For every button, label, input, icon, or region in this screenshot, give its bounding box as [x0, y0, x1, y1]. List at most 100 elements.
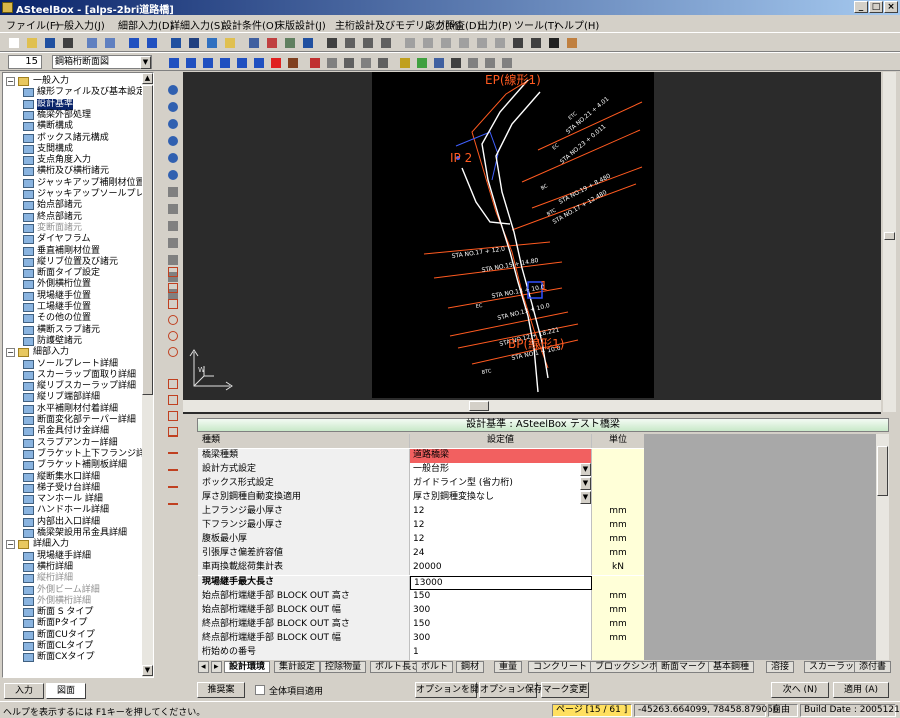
row-value[interactable]: 12 [410, 505, 592, 520]
menu-8[interactable]: 出力(P) [478, 17, 512, 32]
grid-icon[interactable] [282, 35, 296, 49]
dim5-icon[interactable] [474, 35, 488, 49]
row-value[interactable]: 1 [410, 645, 592, 660]
row-value[interactable]: 300 [410, 603, 592, 618]
save-icon[interactable] [42, 35, 56, 49]
new-file-icon[interactable] [6, 35, 20, 49]
scroll-down-icon[interactable]: ▼ [142, 665, 153, 676]
window-icon[interactable] [300, 35, 314, 49]
tab-9[interactable]: 断面マーク [656, 661, 712, 673]
row-value[interactable]: 13000 [410, 575, 592, 590]
ortho-icon[interactable] [165, 235, 181, 251]
chevron-down-icon[interactable]: ▼ [140, 56, 151, 69]
snap-icon[interactable] [165, 218, 181, 234]
dim4-icon[interactable] [456, 35, 470, 49]
help-icon[interactable] [168, 35, 182, 49]
function-icon[interactable] [448, 55, 462, 69]
drawing-icon[interactable] [307, 55, 321, 69]
line3-icon[interactable] [165, 479, 181, 495]
tab-scroll-left-icon[interactable]: ◂ [198, 661, 209, 673]
tab-5[interactable]: 鋼材 [456, 661, 485, 673]
option-save-button[interactable]: オプション保存 [479, 682, 543, 698]
cross-icon[interactable] [165, 296, 181, 312]
dim2-icon[interactable] [420, 35, 434, 49]
print-icon[interactable] [60, 35, 74, 49]
grid-scroll-thumb[interactable] [877, 446, 888, 496]
zoom-out-icon[interactable] [165, 99, 181, 115]
forward-icon[interactable] [144, 35, 158, 49]
circle-icon[interactable] [165, 312, 181, 328]
grid-toggle-icon[interactable] [165, 184, 181, 200]
last-icon[interactable] [251, 55, 265, 69]
option-open-button[interactable]: オプションを開く [415, 682, 488, 698]
viewer-v-thumb[interactable] [884, 232, 895, 240]
paint-icon[interactable] [564, 35, 578, 49]
expand-box-icon[interactable]: − [6, 540, 15, 550]
row-value[interactable]: 12 [410, 519, 592, 534]
zoom-icon[interactable] [186, 35, 200, 49]
circle2-icon[interactable] [165, 328, 181, 344]
menu-0[interactable]: ファイル(F) [6, 17, 60, 32]
menu-4[interactable]: 設計条件(O) [222, 17, 278, 32]
menu-7[interactable]: 応力照査(D) [425, 17, 481, 32]
open-folder-icon[interactable] [24, 35, 38, 49]
copy-icon[interactable] [246, 35, 260, 49]
text-icon[interactable] [165, 376, 181, 392]
menu-1[interactable]: 一般入力(J) [54, 17, 105, 32]
edit-icon[interactable] [528, 35, 542, 49]
tab-drawing[interactable]: 図面 [46, 683, 86, 699]
layer-number-field[interactable]: 15 [8, 55, 42, 69]
text-icon[interactable] [510, 35, 524, 49]
zoom-extent-icon[interactable] [165, 116, 181, 132]
next-page-icon[interactable] [234, 55, 248, 69]
row-value[interactable]: 20000 [410, 561, 592, 576]
point-icon[interactable] [165, 264, 181, 280]
row-value[interactable]: 150 [410, 589, 592, 604]
camera-icon[interactable] [285, 55, 299, 69]
dim-icon[interactable] [402, 35, 416, 49]
plus-icon[interactable] [165, 428, 181, 444]
row-value[interactable]: ガイドライン型 (省力桁) ▼ [410, 477, 592, 492]
page-icon[interactable] [465, 55, 479, 69]
row-value[interactable]: 150 [410, 617, 592, 632]
first-icon[interactable] [166, 55, 180, 69]
tab-7[interactable]: コンクリート [528, 661, 593, 673]
zoom-pan-icon[interactable] [165, 133, 181, 149]
maximize-button[interactable]: □ [869, 1, 883, 13]
world-icon[interactable] [204, 35, 218, 49]
tab-0[interactable]: 設計環境 [224, 661, 271, 673]
tab-6[interactable]: 重量 [494, 661, 523, 673]
expand-box-icon[interactable]: − [6, 77, 15, 86]
line2-icon[interactable] [165, 462, 181, 478]
tab-4[interactable]: ボルト [416, 661, 454, 673]
redo-icon[interactable] [102, 35, 116, 49]
expand-box-icon[interactable]: − [6, 348, 15, 358]
layer-toggle-icon[interactable] [165, 201, 181, 217]
tab-13[interactable]: 添付書 [854, 661, 892, 673]
view-type-combo[interactable]: 鋼箱桁断面図 ▼ [52, 55, 152, 69]
zoom-window-icon[interactable] [165, 167, 181, 183]
tab-2[interactable]: 控除物量 [320, 661, 367, 673]
tree-scroll-thumb[interactable] [142, 85, 153, 395]
grid-scrollbar[interactable] [876, 434, 889, 660]
row-value[interactable]: 300 [410, 631, 592, 646]
tab-11[interactable]: 溶接 [766, 661, 795, 673]
row-value[interactable]: 厚さ別鋼種変換なし ▼ [410, 491, 592, 506]
all-items-checkbox[interactable] [255, 685, 265, 695]
cb-icon[interactable] [546, 35, 560, 49]
scroll-up-icon[interactable]: ▲ [142, 73, 153, 84]
chevron-down-icon[interactable]: ▼ [580, 477, 591, 491]
zoom-in-icon[interactable] [165, 82, 181, 98]
chevron-down-icon[interactable]: ▼ [580, 463, 591, 477]
layer-icon[interactable] [414, 55, 428, 69]
menu-5[interactable]: 床版設計(J) [275, 17, 326, 32]
recommend-button[interactable]: 推奨案 [197, 682, 245, 698]
zoom-window-icon[interactable] [324, 35, 338, 49]
pan-icon[interactable] [378, 35, 392, 49]
line-icon[interactable] [165, 280, 181, 296]
dim6-icon[interactable] [492, 35, 506, 49]
circle3-icon[interactable] [165, 344, 181, 360]
print2-icon[interactable] [358, 55, 372, 69]
block-icon[interactable] [165, 392, 181, 408]
play-next-icon[interactable] [217, 55, 231, 69]
